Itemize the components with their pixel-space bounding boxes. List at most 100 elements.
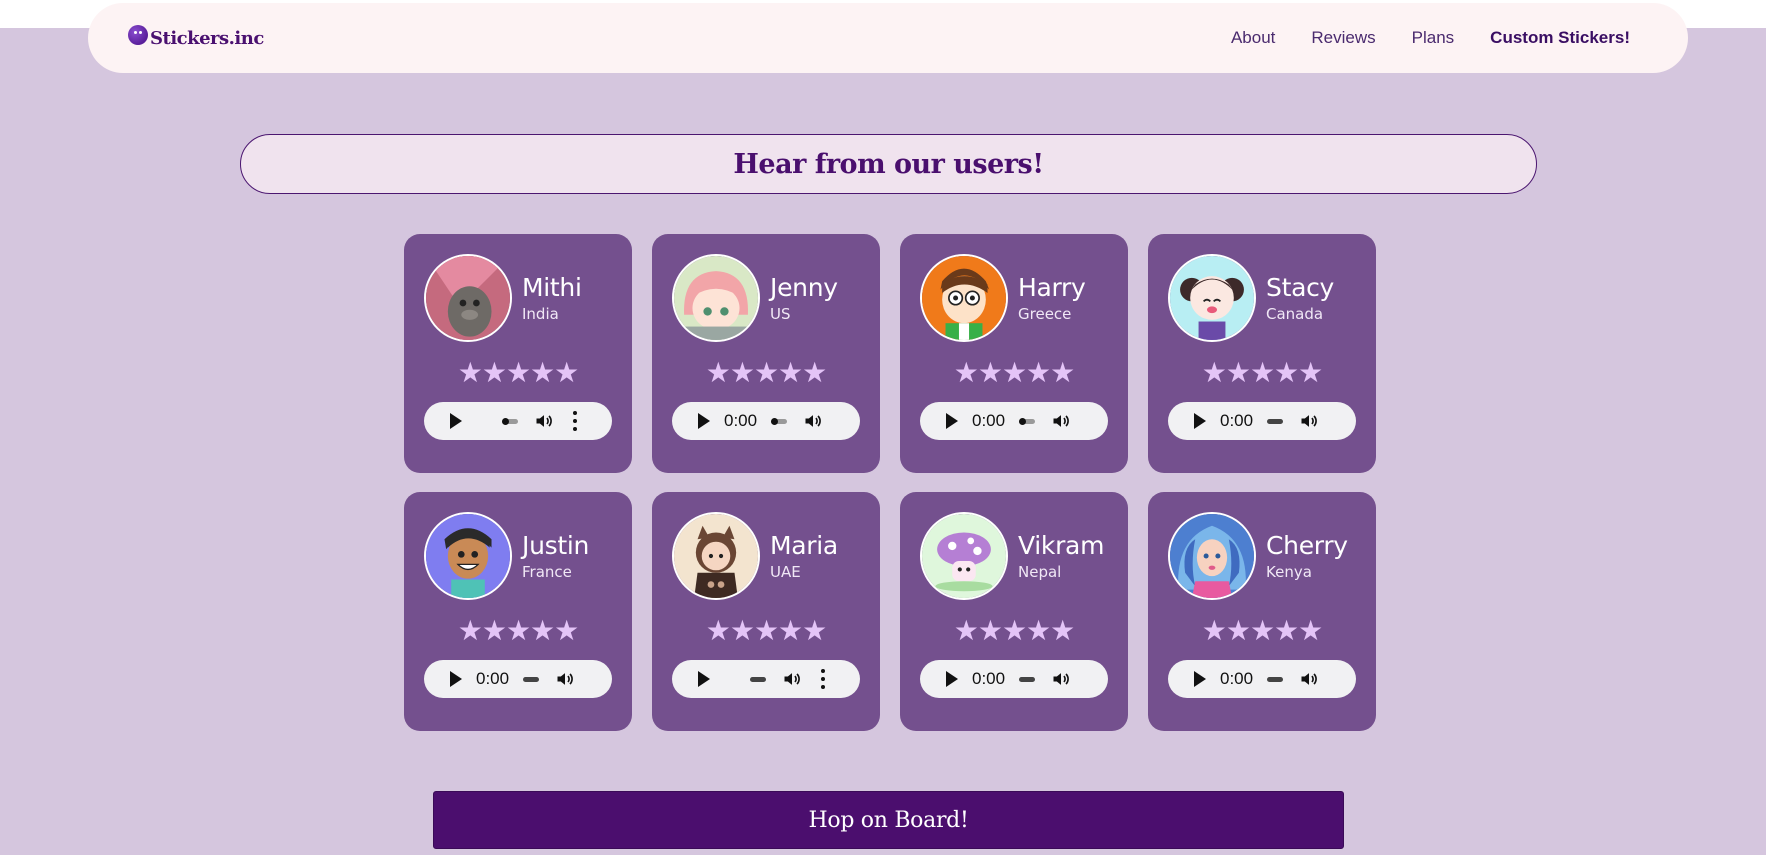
play-icon[interactable] [1194, 671, 1206, 687]
star-icon: ★ [729, 614, 755, 647]
play-icon[interactable] [698, 671, 710, 687]
star-icon: ★ [1050, 614, 1075, 647]
star-icon: ★ [1201, 614, 1227, 647]
play-icon[interactable] [450, 413, 462, 429]
star-icon: ★ [505, 614, 531, 647]
nav-link-plans[interactable]: Plans [1412, 28, 1455, 48]
hop-on-board-button[interactable]: Hop on Board! [433, 791, 1344, 849]
harry-avatar-icon [920, 254, 1008, 342]
audio-progress-track[interactable] [523, 676, 540, 682]
card-header: Vikram Nepal [920, 512, 1108, 600]
user-name: Jenny [770, 273, 838, 302]
nav-link-reviews[interactable]: Reviews [1311, 28, 1375, 48]
audio-player[interactable]: 0:00 [672, 402, 860, 440]
star-icon: ★ [953, 356, 979, 389]
star-icon: ★ [554, 356, 579, 389]
user-info: Mithi India [522, 273, 582, 323]
logo-text: Stickers.inc [150, 27, 264, 49]
audio-player[interactable]: 0:00 [424, 660, 612, 698]
card-header: Stacy Canada [1168, 254, 1356, 342]
star-icon: ★ [753, 614, 779, 647]
star-icon: ★ [1001, 614, 1027, 647]
audio-player[interactable]: 0:00 [1168, 660, 1356, 698]
user-country: Greece [1018, 305, 1072, 323]
user-name: Cherry [1266, 531, 1348, 560]
star-rating: ★★★★★ [672, 616, 860, 646]
audio-time: 0:00 [1220, 669, 1254, 688]
mithi-avatar-icon [424, 254, 512, 342]
volume-icon[interactable] [1299, 411, 1319, 431]
audio-player[interactable]: 0:00 [920, 402, 1108, 440]
play-icon[interactable] [698, 413, 710, 429]
star-rating: ★★★★★ [424, 358, 612, 388]
volume-icon[interactable] [534, 411, 554, 431]
more-options-icon[interactable] [572, 411, 578, 431]
star-rating: ★★★★★ [1168, 358, 1356, 388]
volume-icon[interactable] [555, 669, 575, 689]
audio-progress-track[interactable] [1019, 676, 1036, 682]
star-icon: ★ [530, 356, 555, 389]
logo-link[interactable]: Stickers.inc [128, 25, 264, 49]
audio-time: 0:00 [1220, 411, 1254, 430]
user-name: Vikram [1018, 531, 1105, 560]
star-icon: ★ [1225, 356, 1251, 389]
play-icon[interactable] [946, 671, 958, 687]
nav-link-custom-stickers[interactable]: Custom Stickers! [1490, 28, 1630, 48]
review-card: Justin France ★★★★★ 0:00 [404, 492, 632, 731]
star-icon: ★ [705, 614, 731, 647]
review-card: Stacy Canada ★★★★★ 0:00 [1148, 234, 1376, 473]
audio-player[interactable] [424, 402, 612, 440]
card-header: Mithi India [424, 254, 612, 342]
navbar: Stickers.inc About Reviews Plans Custom … [88, 3, 1688, 73]
star-icon: ★ [1274, 356, 1299, 389]
user-name: Harry [1018, 273, 1086, 302]
volume-icon[interactable] [803, 411, 823, 431]
smiley-logo-icon [128, 25, 148, 45]
play-icon[interactable] [450, 671, 462, 687]
user-country: Canada [1266, 305, 1324, 323]
section-banner: Hear from our users! [240, 134, 1537, 194]
nav-link-about[interactable]: About [1231, 28, 1275, 48]
audio-player[interactable]: 0:00 [920, 660, 1108, 698]
volume-icon[interactable] [1051, 411, 1071, 431]
review-card: Jenny US ★★★★★ 0:00 [652, 234, 880, 473]
star-icon: ★ [505, 356, 531, 389]
star-icon: ★ [753, 356, 779, 389]
more-options-icon[interactable] [820, 669, 826, 689]
user-country: France [522, 563, 572, 581]
section-title: Hear from our users! [733, 148, 1044, 180]
play-icon[interactable] [946, 413, 958, 429]
star-icon: ★ [778, 356, 803, 389]
star-icon: ★ [977, 614, 1003, 647]
volume-icon[interactable] [1051, 669, 1071, 689]
review-card: Maria UAE ★★★★★ [652, 492, 880, 731]
audio-progress-track[interactable] [1267, 676, 1284, 682]
audio-progress-track[interactable] [771, 417, 788, 425]
maria-avatar-icon [672, 512, 760, 600]
volume-icon[interactable] [1299, 669, 1319, 689]
card-header: Cherry Kenya [1168, 512, 1356, 600]
reviews-grid: Mithi India ★★★★★ Jenny US ★★★★★ 0:00 Ha… [404, 234, 1376, 731]
audio-progress-track[interactable] [1267, 418, 1284, 424]
volume-icon[interactable] [782, 669, 802, 689]
star-rating: ★★★★★ [672, 358, 860, 388]
audio-progress-track[interactable] [750, 676, 766, 682]
star-rating: ★★★★★ [1168, 616, 1356, 646]
nav-links: About Reviews Plans Custom Stickers! [1231, 28, 1630, 48]
user-name: Stacy [1266, 273, 1335, 302]
star-icon: ★ [1050, 356, 1075, 389]
audio-progress-track[interactable] [1019, 417, 1036, 425]
star-icon: ★ [977, 356, 1003, 389]
play-icon[interactable] [1194, 413, 1206, 429]
cherry-avatar-icon [1168, 512, 1256, 600]
audio-player[interactable]: 0:00 [1168, 402, 1356, 440]
star-icon: ★ [1026, 356, 1051, 389]
star-icon: ★ [481, 614, 507, 647]
audio-player[interactable] [672, 660, 860, 698]
star-icon: ★ [481, 356, 507, 389]
audio-time: 0:00 [476, 669, 510, 688]
user-name: Mithi [522, 273, 582, 302]
star-rating: ★★★★★ [920, 616, 1108, 646]
star-rating: ★★★★★ [424, 616, 612, 646]
audio-progress-track[interactable] [502, 417, 518, 425]
